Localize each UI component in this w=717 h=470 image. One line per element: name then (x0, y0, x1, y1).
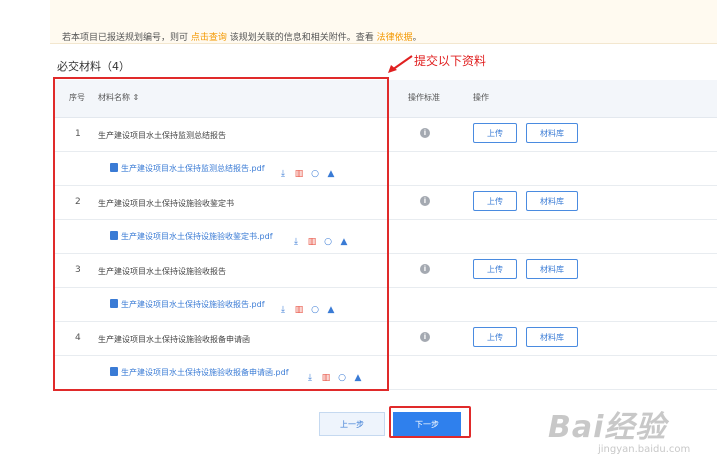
annotation-text: 提交以下资料 (414, 54, 487, 68)
delete-icon[interactable]: ▥ (294, 168, 304, 180)
header-standard: 操作标准 (408, 93, 440, 102)
next-step-button[interactable]: 下一步 (393, 412, 461, 436)
download-icon[interactable]: ⤓ (305, 372, 315, 384)
file-name[interactable]: 生产建设项目水土保持设施验收报备申请函.pdf (121, 368, 289, 377)
upload-button[interactable]: 上传 (473, 123, 517, 143)
file-name[interactable]: 生产建设项目水土保持设施验收报告.pdf (121, 300, 265, 309)
notice-query-link[interactable]: 点击查询 (191, 33, 227, 43)
pdf-file-icon (110, 299, 118, 308)
upload-button[interactable]: 上传 (473, 191, 517, 211)
material-library-button[interactable]: 材料库 (526, 259, 578, 279)
material-library-button[interactable]: 材料库 (526, 327, 578, 347)
user-icon[interactable]: ▲ (339, 236, 349, 248)
baidu-watermark-url: jingyan.baidu.com (598, 444, 691, 455)
material-name: 生产建设项目水土保持设施验收鉴定书 (98, 199, 234, 208)
delete-icon[interactable]: ▥ (294, 304, 304, 316)
notice-suffix: 。 (412, 33, 422, 43)
row-index: 1 (75, 129, 81, 139)
delete-icon[interactable]: ▥ (307, 236, 317, 248)
download-icon[interactable]: ⤓ (278, 304, 288, 316)
preview-icon[interactable]: ○ (310, 168, 320, 180)
notice-prefix: 若本项目已报送规划编号，则可 (62, 33, 191, 43)
section-title: 必交材料（4） (57, 60, 130, 73)
file-actions: ⤓ ▥ ○ ▲ (305, 365, 369, 384)
info-icon[interactable]: i (420, 264, 430, 274)
material-name: 生产建设项目水土保持监测总结报告 (98, 131, 226, 140)
user-icon[interactable]: ▲ (326, 304, 336, 316)
file-link[interactable]: 生产建设项目水土保持设施验收报告.pdf (110, 299, 265, 310)
material-library-button[interactable]: 材料库 (526, 123, 578, 143)
info-icon[interactable]: i (420, 196, 430, 206)
notice-middle: 该规划关联的信息和相关附件。查看 (226, 33, 377, 43)
baidu-watermark-logo: Bai经验 (548, 410, 667, 445)
file-name[interactable]: 生产建设项目水土保持监测总结报告.pdf (121, 164, 265, 173)
row-index: 4 (75, 333, 81, 343)
file-link[interactable]: 生产建设项目水土保持设施验收报备申请函.pdf (110, 367, 289, 378)
pdf-file-icon (110, 163, 118, 172)
table-row: 4 生产建设项目水土保持设施验收报备申请函 i 上传 材料库 (55, 322, 717, 356)
file-row: 生产建设项目水土保持监测总结报告.pdf ⤓ ▥ ○ ▲ (55, 152, 717, 186)
upload-button[interactable]: 上传 (473, 327, 517, 347)
notice-bar: 若本项目已报送规划编号，则可 点击查询 该规划关联的信息和相关附件。查看 法律依… (50, 0, 717, 44)
file-actions: ⤓ ▥ ○ ▲ (278, 161, 342, 180)
preview-icon[interactable]: ○ (323, 236, 333, 248)
delete-icon[interactable]: ▥ (321, 372, 331, 384)
file-row: 生产建设项目水土保持设施验收鉴定书.pdf ⤓ ▥ ○ ▲ (55, 220, 717, 254)
file-link[interactable]: 生产建设项目水土保持监测总结报告.pdf (110, 163, 265, 174)
table-row: 1 生产建设项目水土保持监测总结报告 i 上传 材料库 (55, 118, 717, 152)
file-row: 生产建设项目水土保持设施验收报告.pdf ⤓ ▥ ○ ▲ (55, 288, 717, 322)
table-row: 3 生产建设项目水土保持设施验收报告 i 上传 材料库 (55, 254, 717, 288)
materials-table: 序号 材料名称 ⇕ 操作标准 操作 1 生产建设项目水土保持监测总结报告 i 上传 材料… (55, 80, 717, 390)
row-index: 3 (75, 265, 81, 275)
header-name[interactable]: 材料名称 ⇕ (98, 92, 139, 103)
row-index: 2 (75, 197, 81, 207)
material-name: 生产建设项目水土保持设施验收报告 (98, 267, 226, 276)
download-icon[interactable]: ⤓ (291, 236, 301, 248)
file-row: 生产建设项目水土保持设施验收报备申请函.pdf ⤓ ▥ ○ ▲ (55, 356, 717, 390)
table-header: 序号 材料名称 ⇕ 操作标准 操作 (55, 80, 717, 118)
material-name: 生产建设项目水土保持设施验收报备申请函 (98, 335, 250, 344)
notice-text: 若本项目已报送规划编号，则可 点击查询 该规划关联的信息和相关附件。查看 法律依… (62, 30, 702, 43)
table-body: 1 生产建设项目水土保持监测总结报告 i 上传 材料库 生产建设项目水土保持监测总结报告.… (55, 118, 717, 390)
info-icon[interactable]: i (420, 128, 430, 138)
table-row: 2 生产建设项目水土保持设施验收鉴定书 i 上传 材料库 (55, 186, 717, 220)
file-link[interactable]: 生产建设项目水土保持设施验收鉴定书.pdf (110, 231, 273, 242)
prev-step-button[interactable]: 上一步 (319, 412, 385, 436)
info-icon[interactable]: i (420, 332, 430, 342)
header-index: 序号 (69, 93, 85, 102)
notice-law-link[interactable]: 法律依据 (377, 33, 413, 43)
download-icon[interactable]: ⤓ (278, 168, 288, 180)
arrow-annotation-icon (388, 55, 413, 73)
user-icon[interactable]: ▲ (353, 372, 363, 384)
file-actions: ⤓ ▥ ○ ▲ (291, 229, 355, 248)
file-actions: ⤓ ▥ ○ ▲ (278, 297, 342, 316)
preview-icon[interactable]: ○ (337, 372, 347, 384)
user-icon[interactable]: ▲ (326, 168, 336, 180)
upload-button[interactable]: 上传 (473, 259, 517, 279)
preview-icon[interactable]: ○ (310, 304, 320, 316)
material-library-button[interactable]: 材料库 (526, 191, 578, 211)
header-actions: 操作 (473, 93, 489, 102)
file-name[interactable]: 生产建设项目水土保持设施验收鉴定书.pdf (121, 232, 273, 241)
pdf-file-icon (110, 367, 118, 376)
pdf-file-icon (110, 231, 118, 240)
